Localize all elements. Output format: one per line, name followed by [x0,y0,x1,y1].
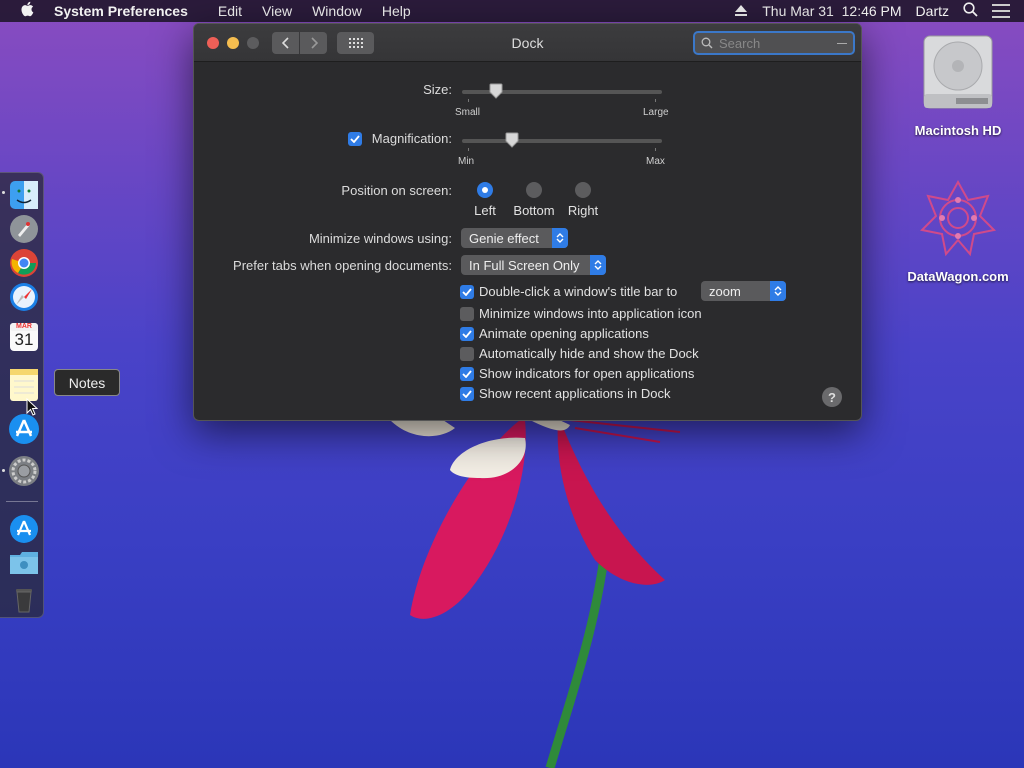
search-icon [701,37,713,49]
dock: MAR 31 [0,172,44,618]
dock-preferences-window: Dock Size: Small Large Magnification: Mi… [193,23,862,421]
minimize-into-icon-checkbox[interactable] [460,307,474,321]
menu-datetime[interactable]: Thu Mar 31 12:46 PM [762,3,901,19]
calendar-day: 31 [14,330,34,349]
search-field[interactable] [693,31,855,55]
checkmark-icon [462,330,472,338]
checkmark-icon [462,370,472,378]
size-ticks [462,99,662,102]
animate-opening-label: Animate opening applications [479,326,649,341]
position-label: Position on screen: [341,183,452,198]
show-indicators-checkbox[interactable] [460,367,474,381]
magnification-slider-track[interactable] [462,139,662,143]
calendar-month: MAR [16,323,32,330]
magnification-min-label: Min [458,156,475,167]
size-label: Size: [423,82,452,97]
checkmark-icon [462,390,472,398]
autohide-dock-label: Automatically hide and show the Dock [479,346,699,361]
dock-app-notes[interactable] [8,367,40,401]
dock-app-system-preferences[interactable] [8,455,40,487]
menu-edit[interactable]: Edit [218,3,242,19]
eject-icon[interactable] [734,5,748,17]
size-min-label: Small [455,107,481,118]
spotlight-search-icon[interactable] [963,2,978,20]
position-left-radio[interactable] [477,182,493,198]
desktop-icon-label: DataWagon.com [907,269,1009,284]
minimize-using-label: Minimize windows using: [308,231,452,246]
popup-arrows-icon [552,228,568,248]
launchpad-icon [10,215,38,243]
hard-drive-icon [923,35,993,109]
minimize-effect-value: Genie effect [469,230,539,246]
desktop-icon-macintosh-hd[interactable]: Macintosh HD [898,32,1018,138]
wallpaper-flower [390,418,681,768]
menu-app-name[interactable]: System Preferences [54,3,188,19]
folder-icon [10,552,38,574]
size-slider-thumb[interactable] [489,83,503,99]
title-bar[interactable]: Dock [194,24,861,62]
dock-app-finder[interactable] [8,179,40,211]
dock-app-calendar[interactable]: MAR 31 [8,321,40,353]
magnification-slider-thumb[interactable] [505,132,519,148]
popup-arrows-icon [590,255,606,275]
double-click-checkbox[interactable] [460,285,474,299]
mouse-cursor-icon [26,398,38,416]
dock-app-safari[interactable] [8,281,40,313]
apple-menu-icon[interactable] [0,1,54,21]
chrome-icon [10,249,38,277]
autohide-dock-checkbox[interactable] [460,347,474,361]
animate-opening-checkbox[interactable] [460,327,474,341]
desktop-icon-label: Macintosh HD [914,123,1002,138]
dock-separator [6,501,38,502]
app-store-downloads-icon [10,515,38,543]
menu-bar: System Preferences Edit View Window Help… [0,0,1024,22]
menu-view[interactable]: View [262,3,292,19]
magnification-max-label: Max [646,156,665,167]
show-recent-apps-checkbox[interactable] [460,387,474,401]
desktop-icon-datawagon[interactable]: DataWagon.com [898,178,1018,284]
position-bottom-radio[interactable] [526,182,542,198]
minimize-effect-popup[interactable]: Genie effect [461,228,568,248]
search-clear-icon[interactable] [837,43,847,44]
show-indicators-label: Show indicators for open applications [479,366,695,381]
dock-app-folder[interactable] [8,549,40,581]
menu-help[interactable]: Help [382,3,411,19]
help-button[interactable]: ? [822,387,842,407]
dock-app-launchpad[interactable] [8,213,40,245]
running-indicator [2,469,5,472]
magnification-label: Magnification: [371,131,452,146]
double-click-label: Double-click a window's title bar to [479,284,678,299]
prefer-tabs-label: Prefer tabs when opening documents: [233,258,452,273]
dock-tooltip: Notes [54,369,120,396]
minimize-into-icon-label: Minimize windows into application icon [479,306,702,321]
double-click-action-popup[interactable]: zoom [701,281,786,301]
dock-app-app-store[interactable] [8,413,40,445]
dock-app-downloads[interactable] [8,513,40,545]
menu-user[interactable]: Dartz [916,3,949,19]
finder-icon [10,181,38,209]
search-input[interactable] [719,35,839,51]
checkmark-icon [462,288,472,296]
position-right-radio[interactable] [575,182,591,198]
show-recent-apps-label: Show recent applications in Dock [479,386,671,401]
trash-icon [16,589,32,613]
menu-window[interactable]: Window [312,3,362,19]
double-click-action-value: zoom [709,283,741,299]
preferences-content: Size: Small Large Magnification: Min Max… [194,62,861,420]
dock-app-chrome[interactable] [8,247,40,279]
dock-app-trash[interactable] [8,583,40,615]
notification-center-icon[interactable] [992,4,1010,18]
prefer-tabs-popup[interactable]: In Full Screen Only [461,255,606,275]
safari-icon [10,283,38,311]
system-preferences-icon [9,456,39,486]
prefer-tabs-value: In Full Screen Only [469,257,580,273]
size-max-label: Large [643,107,669,118]
datawagon-logo-icon [919,179,997,257]
position-right-label: Right [567,203,599,218]
app-store-icon [9,414,39,444]
popup-arrows-icon [770,281,786,301]
running-indicator [2,191,5,194]
magnification-ticks [462,148,662,151]
